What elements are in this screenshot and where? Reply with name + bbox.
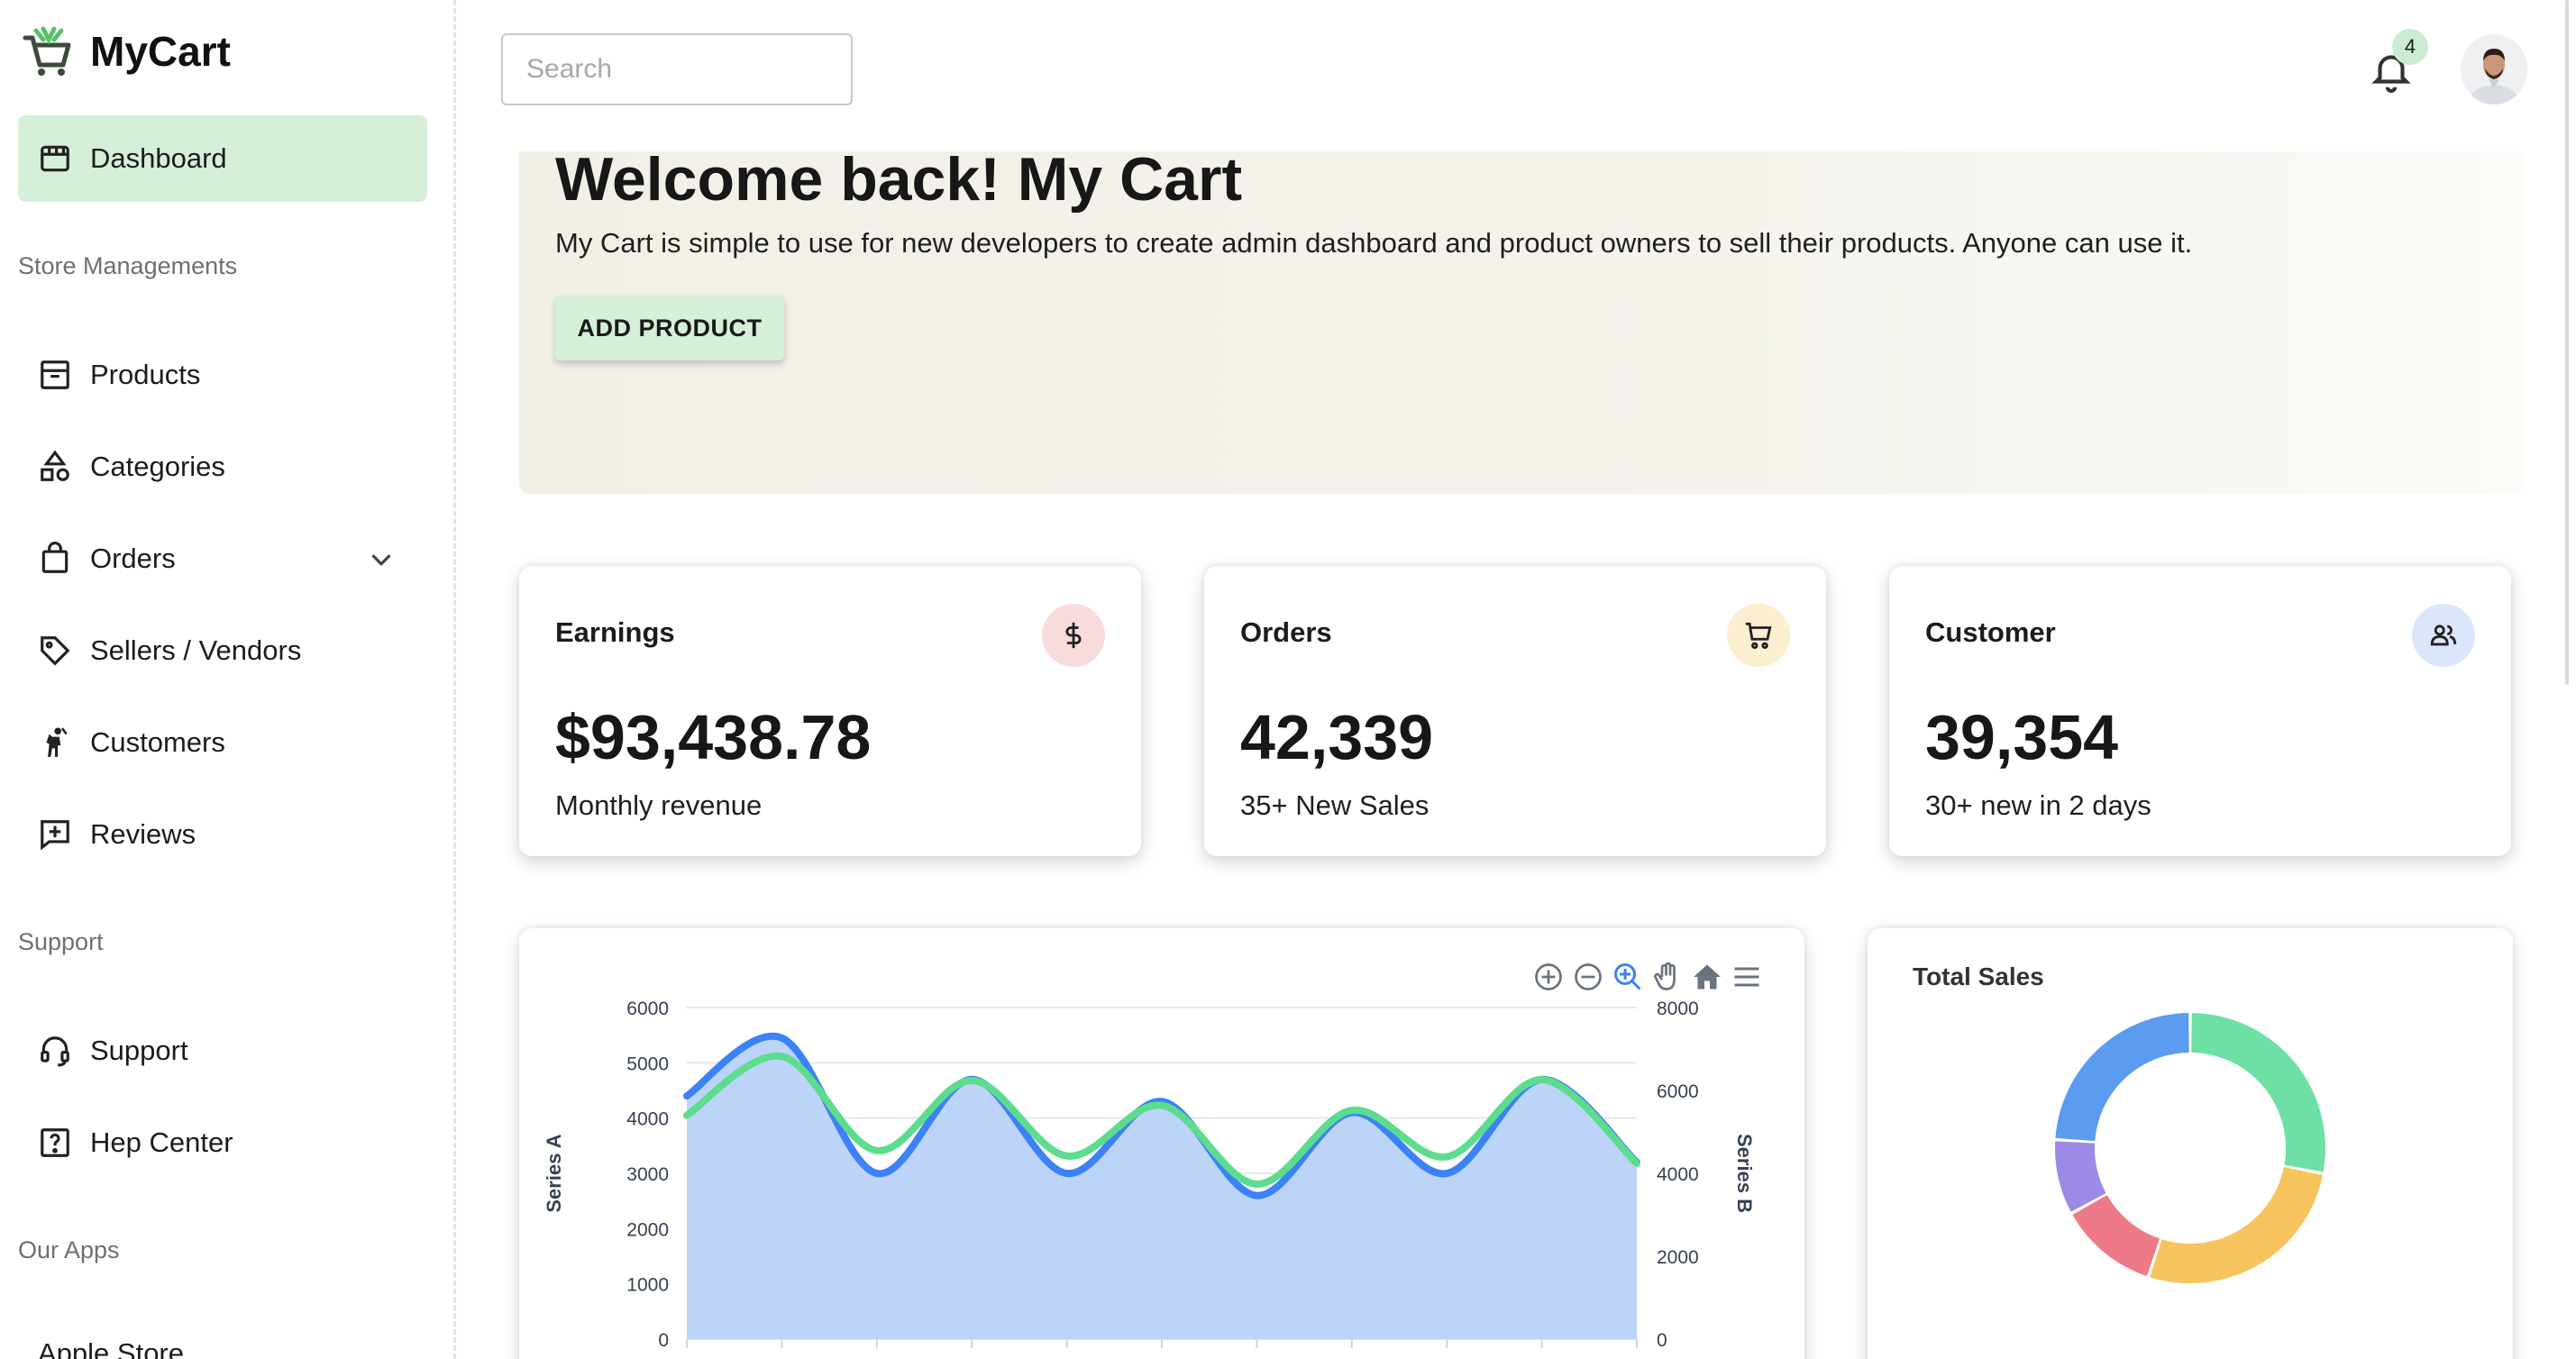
users-icon (2412, 604, 2475, 667)
y-axis-title: Series A (543, 1134, 565, 1212)
donut-slice[interactable] (2191, 1013, 2325, 1172)
area-chart: 0 1000 2000 3000 4000 5000 6000 0 2000 4000 6000 80… (543, 999, 1756, 1351)
sidebar-item-sellers-vendors[interactable]: Sellers / Vendors (18, 607, 427, 694)
y-right-tick-label: 8000 (1657, 999, 1699, 1019)
card-title: Earnings (555, 616, 675, 648)
sidebar-item-categories[interactable]: Categories (18, 424, 427, 510)
sidebar-item-label: Dashboard (90, 142, 227, 174)
user-avatar-icon (2461, 34, 2527, 105)
sidebar-item-label: Orders (90, 543, 176, 574)
earnings-subtitle: Monthly revenue (555, 789, 763, 821)
sidebar-item-apple-store[interactable]: Apple Store (18, 1310, 427, 1359)
sidebar-item-help-center[interactable]: Hep Center (18, 1099, 427, 1186)
orders-card: Orders 42,339 35+ New Sales (1204, 566, 1826, 856)
sidebar: MyCart Dashboard Store Managements Produ… (0, 0, 456, 1359)
sidebar-item-label: Apple Store (38, 1337, 184, 1359)
scrollbar[interactable] (2565, 0, 2569, 685)
donut-slice[interactable] (2072, 1195, 2160, 1277)
y-right-axis-title: Series B (1733, 1134, 1756, 1213)
sidebar-item-label: Support (90, 1035, 188, 1066)
y-tick-label: 4000 (626, 1109, 669, 1130)
tag-icon (41, 636, 70, 666)
notification-badge: 4 (2392, 29, 2428, 65)
series-a-area (687, 1035, 1637, 1339)
store-icon (41, 145, 69, 172)
earnings-card: Earnings $93,438.78 Monthly revenue (519, 566, 1141, 856)
chevron-down-icon[interactable] (364, 543, 398, 577)
y-right-tick-label: 2000 (1657, 1247, 1699, 1268)
sidebar-item-label: Products (90, 359, 201, 390)
y-tick-label: 6000 (626, 999, 669, 1019)
review-icon (41, 820, 69, 851)
sidebar-item-products[interactable]: Products (18, 332, 427, 418)
customer-card: Customer 39,354 30+ new in 2 days (1889, 566, 2511, 856)
earnings-value: $93,438.78 (555, 702, 872, 772)
orders-value: 42,339 (1240, 702, 1434, 772)
app-name: MyCart (90, 28, 231, 75)
sidebar-item-dashboard[interactable]: Dashboard (18, 115, 427, 202)
app-logo[interactable]: MyCart (22, 25, 231, 78)
shopping-bag-icon (41, 542, 69, 573)
customer-subtitle: 30+ new in 2 days (1925, 789, 2151, 821)
orders-subtitle: 35+ New Sales (1240, 789, 1430, 821)
donut-chart (2055, 1013, 2325, 1283)
section-our-apps: Our Apps (18, 1236, 120, 1263)
section-support: Support (18, 928, 104, 955)
sidebar-item-customers[interactable]: Customers (18, 699, 427, 786)
sidebar-item-label: Sellers / Vendors (90, 634, 302, 666)
y-tick-label: 5000 (626, 1053, 669, 1074)
y-tick-label: 2000 (626, 1219, 669, 1240)
sidebar-item-reviews[interactable]: Reviews (18, 791, 427, 878)
card-title: Customer (1925, 616, 2056, 648)
search-input[interactable] (501, 33, 853, 105)
cart-icon (1727, 604, 1790, 667)
sidebar-item-label: Categories (90, 451, 225, 482)
donut-chart-title: Total Sales (1913, 962, 2044, 990)
section-store-managements: Store Managements (18, 252, 238, 279)
page-title: Welcome back! My Cart (555, 145, 1243, 214)
cart-logo-icon (23, 26, 71, 76)
sidebar-item-orders[interactable]: Orders (18, 515, 427, 602)
y-tick-label: 0 (658, 1330, 669, 1351)
person-icon (46, 727, 68, 757)
y-tick-label: 3000 (626, 1164, 669, 1185)
add-product-button[interactable]: ADD PRODUCT (555, 296, 784, 360)
y-right-tick-label: 6000 (1657, 1081, 1699, 1102)
donut-slice[interactable] (2150, 1167, 2323, 1283)
y-tick-label: 1000 (626, 1275, 669, 1296)
dollar-icon (1042, 604, 1105, 667)
welcome-description: My Cart is simple to use for new develop… (555, 227, 2193, 259)
sidebar-item-label: Customers (90, 726, 225, 758)
shapes-icon (41, 450, 69, 481)
headset-icon (41, 1036, 69, 1067)
y-right-tick-label: 0 (1657, 1330, 1667, 1351)
card-title: Orders (1240, 616, 1332, 648)
help-icon (41, 1128, 69, 1157)
sidebar-item-label: Hep Center (90, 1126, 233, 1158)
customer-value: 39,354 (1925, 702, 2119, 772)
archive-icon (41, 360, 69, 389)
donut-slice[interactable] (2055, 1013, 2189, 1142)
avatar[interactable] (2461, 34, 2527, 105)
y-right-tick-label: 4000 (1657, 1164, 1699, 1185)
sidebar-item-label: Reviews (90, 818, 196, 850)
sidebar-item-support[interactable]: Support (18, 1008, 427, 1094)
